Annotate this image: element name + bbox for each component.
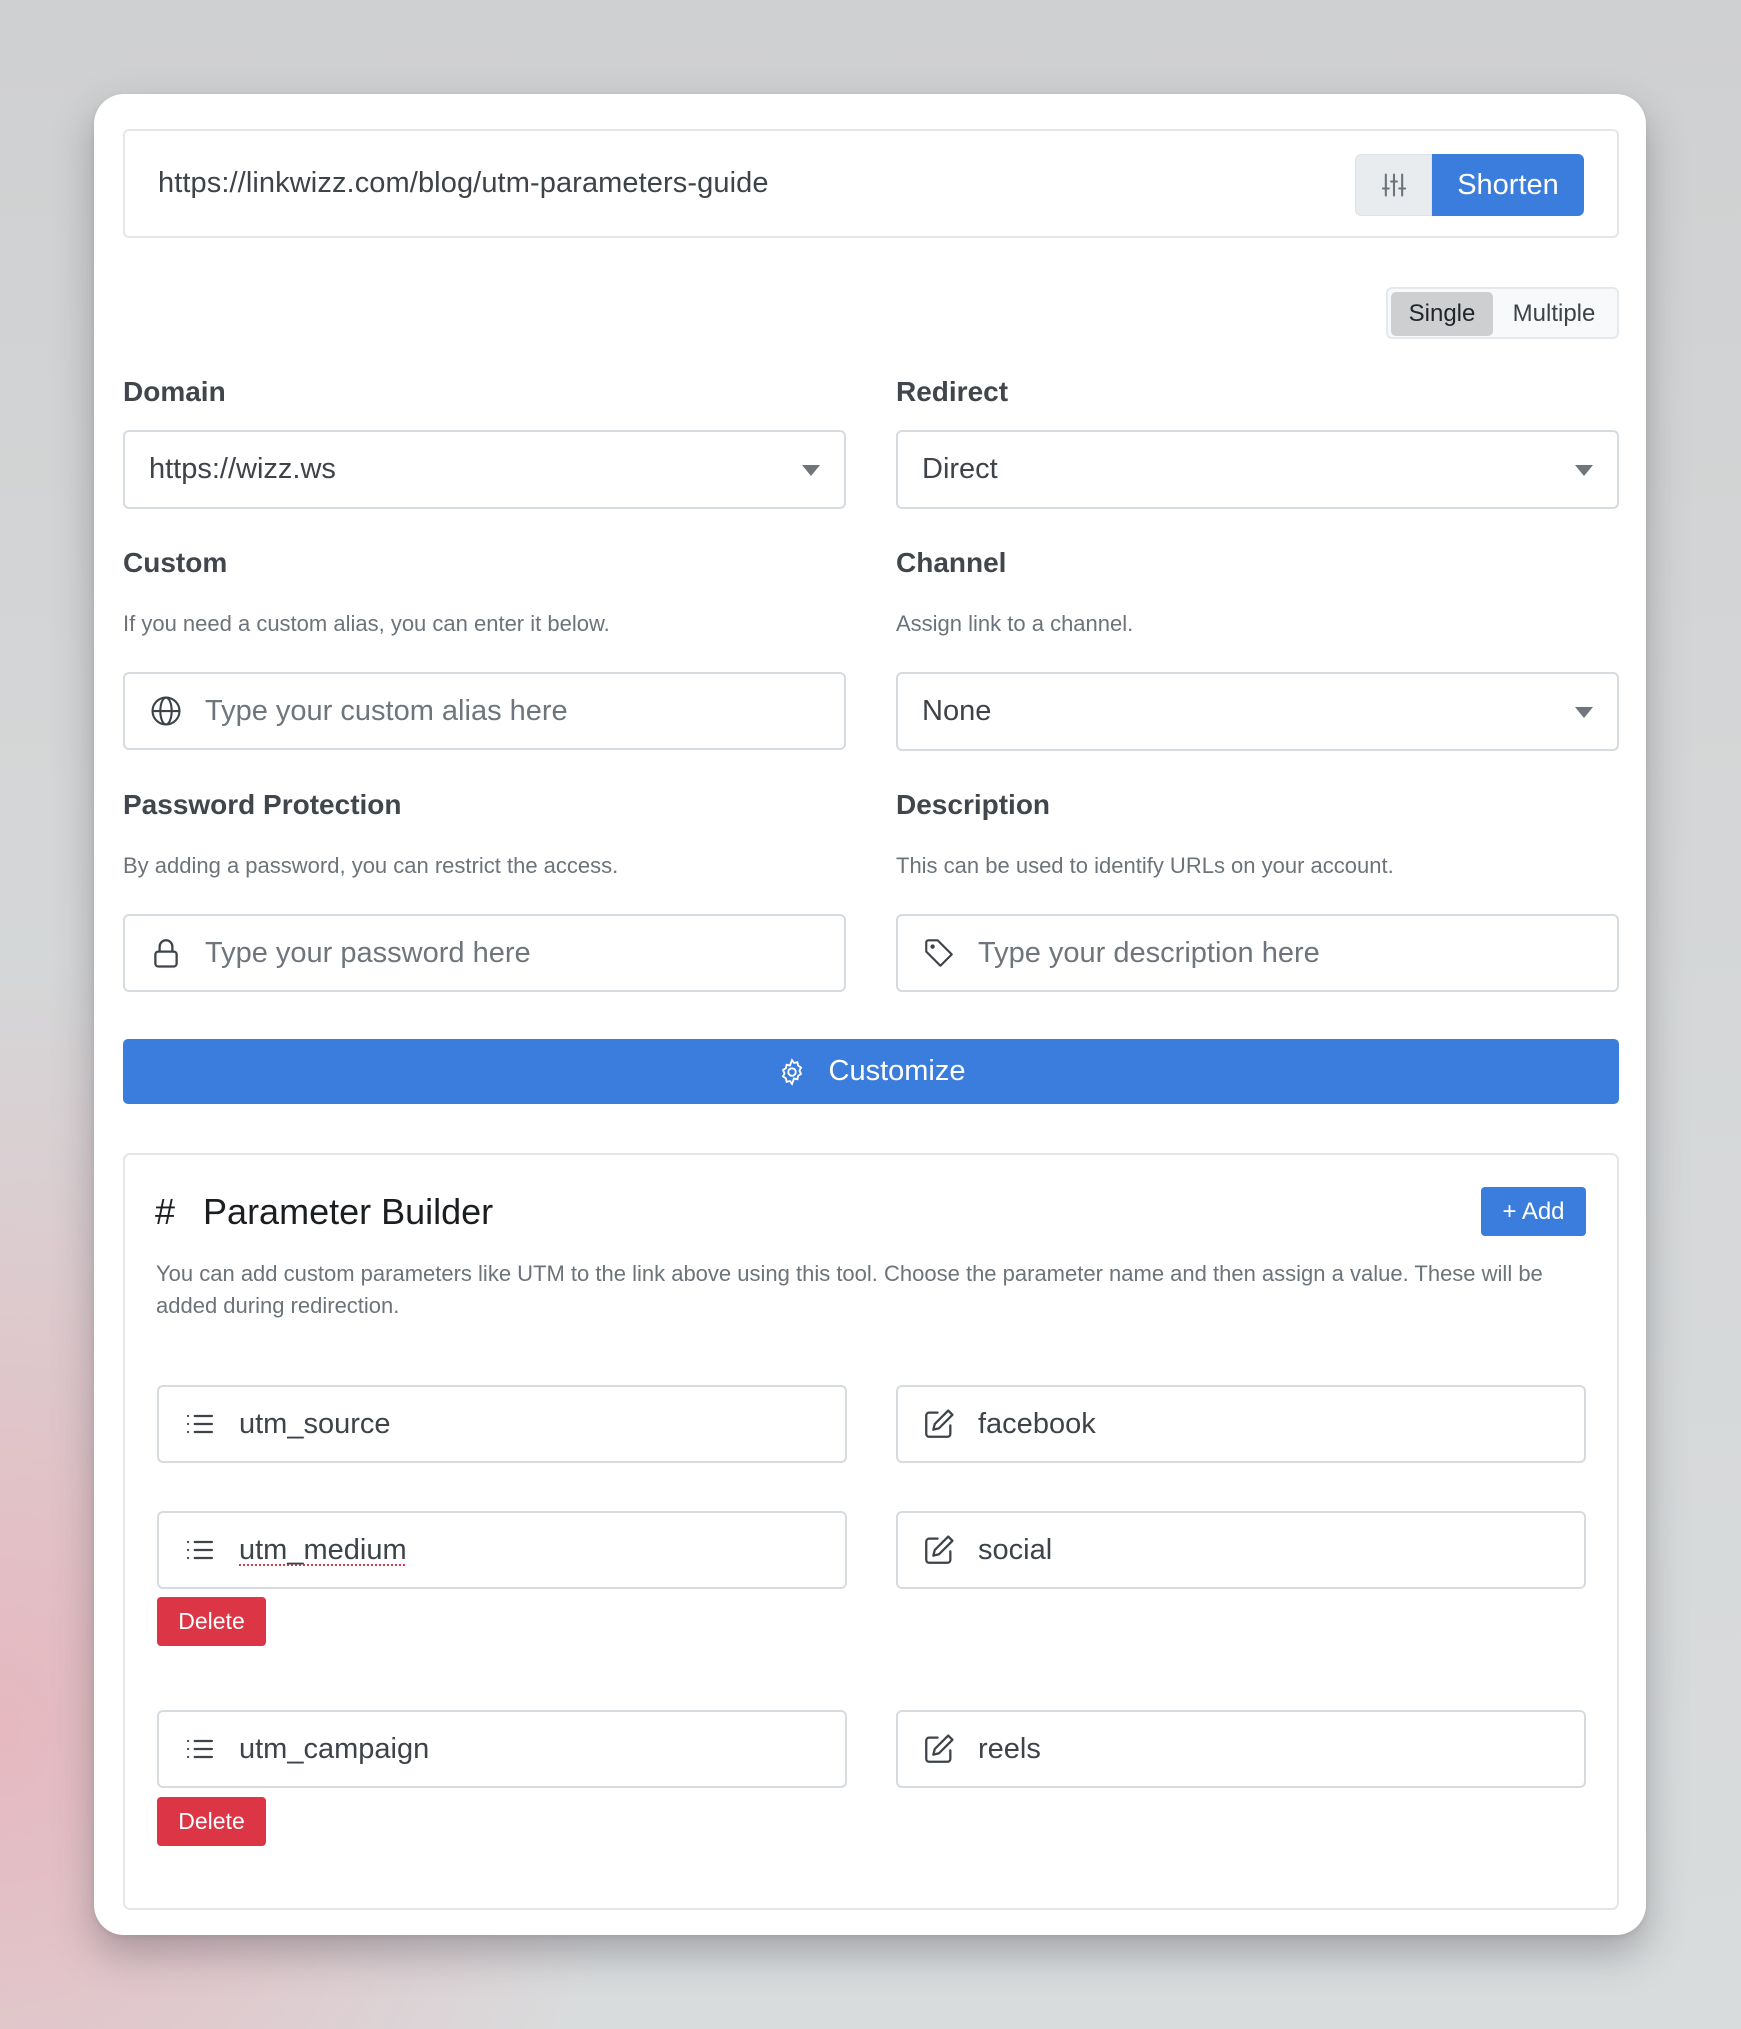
mode-multiple-tab[interactable]: Multiple (1493, 292, 1615, 336)
param-value-text: reels (978, 1732, 1041, 1765)
param-name-value: utm_campaign (239, 1732, 430, 1765)
custom-alias-input[interactable]: Type your custom alias here (123, 672, 846, 750)
domain-select[interactable]: https://wizz.ws (123, 430, 846, 509)
list-icon (181, 1730, 219, 1768)
list-icon (181, 1531, 219, 1569)
description-placeholder: Type your description here (978, 936, 1320, 969)
edit-icon (920, 1730, 958, 1768)
custom-help-text: If you need a custom alias, you can ente… (123, 611, 610, 636)
description-help-text: This can be used to identify URLs on you… (896, 853, 1394, 878)
chevron-down-icon (1575, 706, 1593, 718)
param-value-text: social (978, 1533, 1053, 1566)
advanced-settings-button[interactable] (1355, 154, 1432, 216)
hash-icon: # (155, 1191, 176, 1232)
description-input[interactable]: Type your description here (896, 914, 1619, 992)
param-value-text: facebook (978, 1407, 1096, 1440)
channel-label: Channel (896, 547, 1007, 578)
custom-label: Custom (123, 547, 228, 578)
chevron-down-icon (1575, 464, 1593, 476)
param-name-value: utm_source (239, 1407, 391, 1440)
domain-select-value: https://wizz.ws (149, 453, 336, 485)
tag-icon (920, 934, 958, 972)
param-value-input[interactable]: facebook (896, 1385, 1586, 1463)
globe-icon (147, 692, 185, 730)
parameter-builder-description: You can add custom parameters like UTM t… (156, 1261, 1543, 1318)
param-value-input[interactable]: social (896, 1511, 1586, 1589)
customize-button[interactable]: Customize (123, 1039, 1619, 1104)
param-name-input[interactable]: utm_source (157, 1385, 847, 1463)
domain-label: Domain (123, 376, 226, 407)
param-value-input[interactable]: reels (896, 1710, 1586, 1788)
channel-help-text: Assign link to a channel. (896, 611, 1134, 636)
param-name-input[interactable]: utm_campaign (157, 1710, 847, 1788)
chevron-down-icon (802, 464, 820, 476)
channel-select[interactable]: None (896, 672, 1619, 751)
custom-alias-placeholder: Type your custom alias here (205, 694, 568, 727)
description-label: Description (896, 789, 1051, 820)
edit-icon (920, 1531, 958, 1569)
delete-parameter-button[interactable]: Delete (157, 1597, 266, 1646)
parameter-builder-heading: # Parameter Builder (155, 1191, 493, 1233)
edit-icon (920, 1405, 958, 1443)
parameter-builder-title: Parameter Builder (203, 1191, 494, 1232)
password-help-text: By adding a password, you can restrict t… (123, 853, 619, 878)
add-parameter-button[interactable]: + Add (1481, 1187, 1586, 1236)
redirect-select-value: Direct (922, 453, 998, 485)
password-label: Password Protection (123, 789, 402, 820)
shorten-button[interactable]: Shorten (1432, 154, 1584, 216)
mode-toggle: Single Multiple (1386, 287, 1619, 339)
param-name-input[interactable]: utm_medium (157, 1511, 847, 1589)
url-input[interactable]: https://linkwizz.com/blog/utm-parameters… (158, 167, 769, 200)
password-placeholder: Type your password here (205, 936, 531, 969)
channel-select-value: None (922, 695, 992, 727)
mode-single-tab[interactable]: Single (1391, 292, 1493, 336)
redirect-select[interactable]: Direct (896, 430, 1619, 509)
sliders-icon (1381, 173, 1406, 197)
param-name-value: utm_medium (239, 1533, 407, 1566)
password-input[interactable]: Type your password here (123, 914, 846, 992)
gear-icon (781, 1057, 802, 1086)
customize-label: Customize (828, 1055, 966, 1087)
link-shortener-card: https://linkwizz.com/blog/utm-parameters… (94, 94, 1646, 1935)
url-input-box[interactable]: https://linkwizz.com/blog/utm-parameters… (123, 129, 1619, 238)
delete-parameter-button[interactable]: Delete (157, 1797, 266, 1846)
list-icon (181, 1405, 219, 1443)
redirect-label: Redirect (896, 376, 1009, 407)
lock-icon (147, 934, 185, 972)
